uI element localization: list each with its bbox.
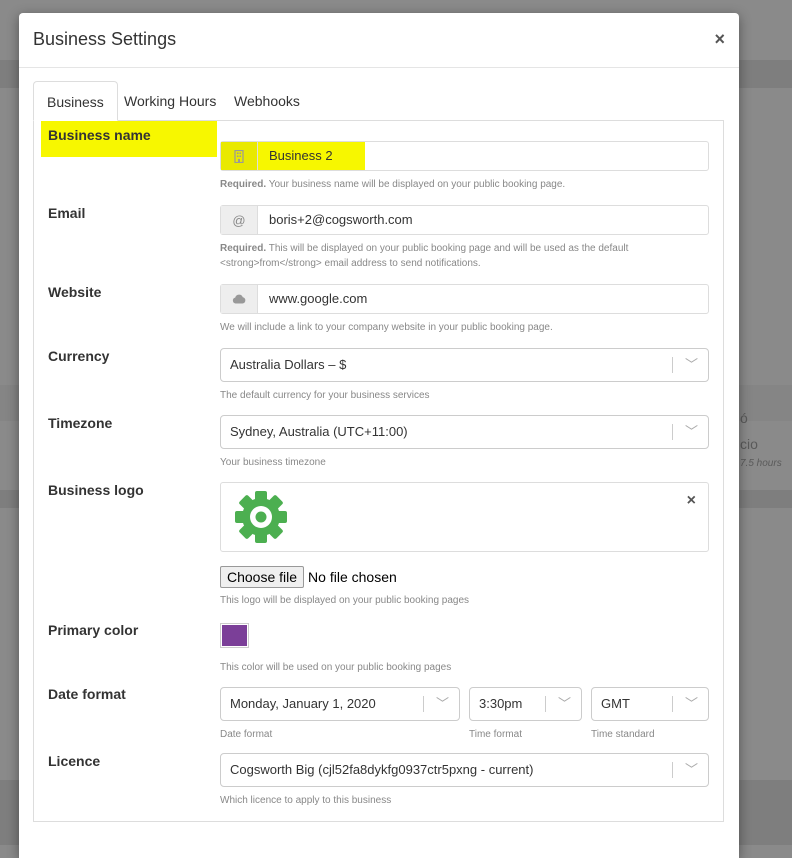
logo-preview: ×: [220, 482, 709, 552]
currency-select[interactable]: Australia Dollars – $ ﹀: [220, 348, 709, 382]
select-separator: [545, 696, 546, 712]
file-status: No file chosen: [308, 569, 397, 585]
chevron-down-icon[interactable]: ﹀: [685, 349, 698, 381]
email-field[interactable]: @ boris+2@cogsworth.com: [220, 205, 709, 235]
email-label: Email: [48, 205, 86, 221]
website-field[interactable]: www.google.com: [220, 284, 709, 314]
cloud-icon: [221, 285, 258, 313]
background-text: ó: [740, 410, 748, 426]
choose-file-button[interactable]: Choose file: [220, 566, 305, 588]
primary-color-help: This color will be used on your public b…: [220, 662, 452, 673]
cog-logo-icon: [235, 491, 287, 543]
remove-logo-icon[interactable]: ×: [687, 492, 696, 510]
primary-color-fill: [222, 625, 247, 646]
licence-label: Licence: [48, 753, 101, 769]
modal-header: Business Settings ×: [19, 13, 739, 68]
close-icon[interactable]: ×: [714, 30, 725, 48]
website-input[interactable]: www.google.com: [258, 285, 367, 313]
primary-color-label: Primary color: [48, 622, 139, 638]
website-help: We will include a link to your company w…: [220, 322, 553, 333]
tab-business[interactable]: Business: [33, 81, 118, 121]
at-icon: @: [221, 206, 258, 234]
licence-value: Cogsworth Big (cjl52fa8dykfg0937ctr5pxng…: [230, 762, 534, 777]
select-separator: [423, 696, 424, 712]
time-format-value: 3:30pm: [479, 696, 523, 711]
primary-color-swatch[interactable]: [220, 623, 249, 648]
date-format-help: Date format: [220, 729, 273, 740]
tab-working-hours[interactable]: Working Hours: [111, 81, 229, 121]
time-standard-help: Time standard: [591, 729, 655, 740]
business-name-field[interactable]: Business 2: [220, 141, 709, 171]
background-text: 7.5 hours: [740, 458, 782, 469]
modal-title: Business Settings: [33, 29, 177, 49]
business-tab-panel: Business name Business 2 Required. Your …: [33, 120, 724, 822]
timezone-label: Timezone: [48, 415, 113, 431]
chevron-down-icon[interactable]: ﹀: [436, 688, 449, 720]
email-help: Required. This will be displayed on your…: [220, 243, 629, 269]
background-text: cio: [740, 436, 758, 452]
logo-help: This logo will be displayed on your publ…: [220, 595, 470, 606]
chevron-down-icon[interactable]: ﹀: [685, 688, 698, 720]
time-standard-select[interactable]: GMT ﹀: [591, 687, 709, 721]
business-settings-modal: Business Settings × Business Working Hou…: [19, 13, 739, 858]
chevron-down-icon[interactable]: ﹀: [685, 754, 698, 786]
chevron-down-icon[interactable]: ﹀: [685, 416, 698, 448]
select-separator: [672, 696, 673, 712]
business-logo-label: Business logo: [48, 482, 144, 498]
time-standard-value: GMT: [601, 696, 630, 711]
select-separator: [672, 357, 673, 373]
business-name-label: Business name: [41, 121, 217, 157]
business-name-input[interactable]: Business 2: [258, 142, 365, 170]
timezone-select[interactable]: Sydney, Australia (UTC+11:00) ﹀: [220, 415, 709, 449]
date-format-value: Monday, January 1, 2020: [230, 696, 376, 711]
email-input[interactable]: boris+2@cogsworth.com: [258, 206, 413, 234]
building-icon: [221, 142, 258, 170]
select-separator: [672, 762, 673, 778]
timezone-value: Sydney, Australia (UTC+11:00): [230, 424, 408, 439]
select-separator: [672, 424, 673, 440]
timezone-help: Your business timezone: [220, 457, 326, 468]
date-format-label: Date format: [48, 686, 126, 702]
file-input: Choose file No file chosen: [220, 566, 709, 588]
chevron-down-icon[interactable]: ﹀: [558, 688, 571, 720]
website-label: Website: [48, 284, 102, 300]
business-name-help: Required. Your business name will be dis…: [220, 179, 566, 190]
settings-tabs: Business Working Hours Webhooks: [33, 81, 724, 121]
currency-value: Australia Dollars – $: [230, 357, 347, 372]
tab-webhooks[interactable]: Webhooks: [221, 81, 313, 121]
currency-help: The default currency for your business s…: [220, 390, 430, 401]
time-format-help: Time format: [469, 729, 522, 740]
currency-label: Currency: [48, 348, 110, 364]
licence-select[interactable]: Cogsworth Big (cjl52fa8dykfg0937ctr5pxng…: [220, 753, 709, 787]
time-format-select[interactable]: 3:30pm ﹀: [469, 687, 582, 721]
licence-help: Which licence to apply to this business: [220, 795, 392, 806]
date-format-select[interactable]: Monday, January 1, 2020 ﹀: [220, 687, 460, 721]
